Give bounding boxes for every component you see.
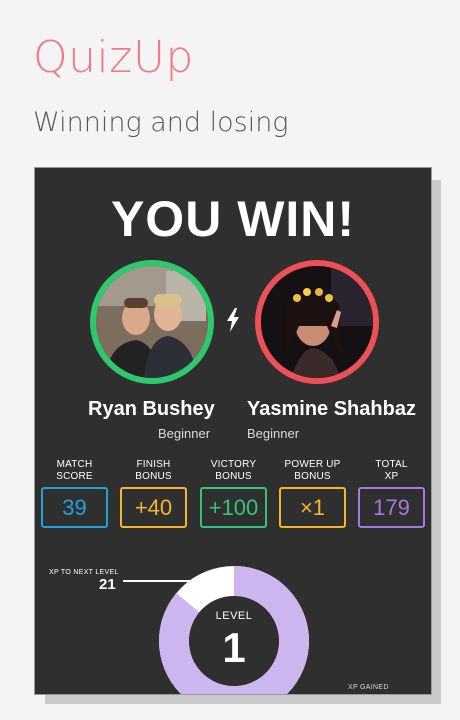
match-result-card: YOU WIN! Ryan Bushey Yasmine Shahbaz Beg…: [34, 167, 432, 695]
stat-value-box: +40: [120, 487, 187, 528]
player-photo-left: [96, 266, 208, 378]
level-value: 1: [222, 624, 246, 671]
player-name-left: Ryan Bushey: [88, 398, 215, 420]
xp-gained-label: XP GAINED: [348, 684, 389, 691]
player-photo-right: [261, 266, 373, 378]
level-label: LEVEL: [215, 610, 253, 622]
lightning-bolt-icon: [227, 308, 239, 332]
stat-label: POWER UP BONUS: [284, 459, 341, 482]
stat-finish-bonus: FINISH BONUS +40: [120, 457, 187, 528]
player-name-right: Yasmine Shahbaz: [247, 398, 416, 420]
player-level-left: Beginner: [158, 426, 211, 441]
xp-to-next-value: 21: [99, 576, 116, 593]
stat-value-box: 179: [358, 487, 425, 528]
stat-match-score: MATCH SCORE 39: [41, 457, 108, 528]
result-headline: YOU WIN!: [110, 191, 356, 247]
app-title: QuizUp: [33, 32, 194, 83]
stat-power-up-bonus: POWER UP BONUS ×1: [279, 457, 346, 528]
stat-label: VICTORY BONUS: [210, 459, 257, 482]
stat-victory-bonus: VICTORY BONUS +100: [200, 457, 267, 528]
stat-value-box: +100: [200, 487, 267, 528]
xp-to-next-label: XP TO NEXT LEVEL: [49, 569, 119, 576]
player-avatar-right[interactable]: [255, 260, 379, 384]
player-level-right: Beginner: [247, 426, 300, 441]
stat-label: FINISH BONUS: [135, 459, 172, 482]
app-subtitle: Winning and losing: [33, 107, 289, 138]
player-avatar-left[interactable]: [90, 260, 214, 384]
stat-total-xp: TOTAL XP 179: [358, 457, 425, 528]
stat-label: TOTAL XP: [375, 459, 408, 482]
stat-label: MATCH SCORE: [56, 459, 93, 482]
stat-value-box: ×1: [279, 487, 346, 528]
stat-value-box: 39: [41, 487, 108, 528]
